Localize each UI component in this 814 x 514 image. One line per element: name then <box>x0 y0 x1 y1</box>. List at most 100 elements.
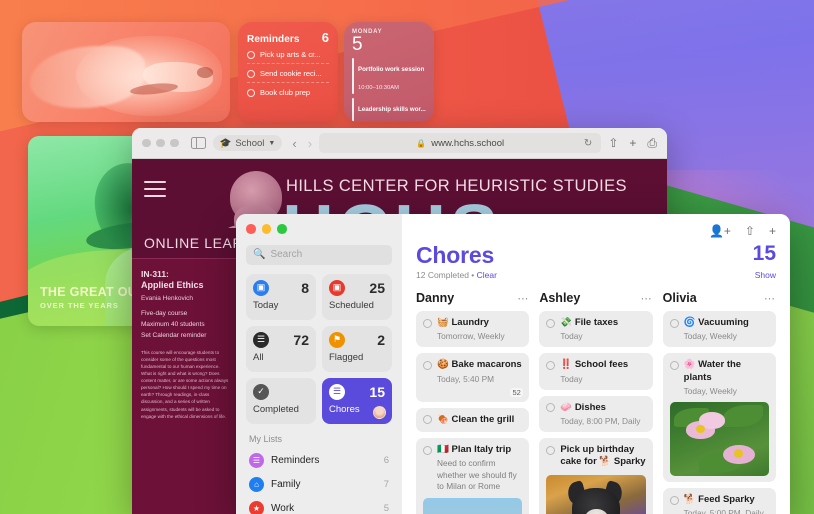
task-item[interactable]: 🍪 Bake macarons Today, 5:40 PM 52 <box>416 353 530 402</box>
window-traffic-lights[interactable] <box>246 224 392 234</box>
sidebar-toggle-icon[interactable] <box>190 137 206 149</box>
zoom-button[interactable] <box>170 138 179 148</box>
dog-photo-illustration <box>22 22 230 122</box>
task-checkbox[interactable] <box>669 360 679 370</box>
task-checkbox[interactable] <box>423 445 432 455</box>
smart-list-all[interactable]: ☰ 72 All <box>246 325 316 372</box>
smart-list-label: Today <box>253 299 279 311</box>
ellipsis-icon[interactable]: ⋯ <box>517 292 529 305</box>
sidebar-item-work[interactable]: ★ Work 5 <box>246 497 392 514</box>
task-item[interactable]: 🧼 Dishes Today, 8:00 PM, Daily <box>539 395 653 433</box>
list-toolbar[interactable]: 👤+ ⇧ + <box>416 224 776 238</box>
close-button[interactable] <box>142 138 151 148</box>
column-header: Ashley ⋯ <box>539 291 652 305</box>
task-checkbox[interactable] <box>669 318 679 328</box>
reminders-widget-item[interactable]: Send cookie reci... <box>247 64 329 83</box>
chevron-right-icon[interactable]: › <box>308 136 312 151</box>
task-item[interactable]: Pick up birthday cake for 🐕 Sparky <box>539 438 653 514</box>
add-person-icon[interactable]: 👤+ <box>709 224 731 238</box>
calendar-event-title: Leadership skills wor... <box>358 105 426 113</box>
star-icon: ★ <box>249 501 264 514</box>
sidebar-item-label: Reminders <box>271 455 320 466</box>
task-title: Plan Italy trip <box>451 444 512 456</box>
checkbox-circle-icon[interactable] <box>247 50 255 59</box>
task-due: Tomorrow, Weekly <box>437 331 505 342</box>
tab-overview-icon[interactable]: ⎙ <box>647 136 657 151</box>
ellipsis-icon[interactable]: ⋯ <box>764 292 776 305</box>
clear-button[interactable]: Clear <box>477 270 497 280</box>
course-card[interactable]: IN-311: Applied Ethics Evania Henkovich … <box>132 259 240 514</box>
smart-list-chores[interactable]: ☰ 15 Chores <box>322 377 392 424</box>
hamburger-menu-icon[interactable] <box>144 181 166 202</box>
column-title: Danny <box>416 291 455 305</box>
column-title: Ashley <box>539 291 581 305</box>
safari-navigation[interactable]: ‹ › <box>292 136 312 151</box>
close-button[interactable] <box>246 224 256 234</box>
task-attachment-photo[interactable] <box>669 402 769 477</box>
safari-profile-button[interactable]: 🎓 School ▼ <box>212 135 283 151</box>
sidebar-item-count: 7 <box>383 479 389 490</box>
chevron-left-icon[interactable]: ‹ <box>292 136 296 151</box>
plus-icon[interactable]: + <box>769 224 776 238</box>
task-attachment-photo[interactable] <box>546 474 646 514</box>
reload-icon[interactable]: ↻ <box>584 138 592 149</box>
photos-widget[interactable] <box>22 22 230 122</box>
search-input[interactable]: 🔍 Search <box>246 244 392 265</box>
calendar-event[interactable]: Leadership skills wor... 11AM–12PM <box>352 97 426 122</box>
task-item[interactable]: 💸 File taxes Today <box>539 311 653 348</box>
task-checkbox[interactable] <box>546 318 556 328</box>
share-icon[interactable]: ⇧ <box>745 224 755 238</box>
safari-address-bar[interactable]: 🔒 www.hchs.school ↻ <box>319 133 602 153</box>
task-item[interactable]: 🌸 Water the plants Today, Weekly <box>662 353 776 483</box>
task-emoji: 🧺 <box>437 317 449 328</box>
calendar-event[interactable]: Portfolio work session 10:00–10:30AM <box>352 57 426 94</box>
window-traffic-lights[interactable] <box>142 138 179 148</box>
task-checkbox[interactable] <box>423 318 432 328</box>
checkbox-circle-icon[interactable] <box>247 88 255 97</box>
avatar <box>373 405 386 419</box>
reminders-widget-item[interactable]: Pick up arts & cr... <box>247 45 329 64</box>
smart-list-today[interactable]: ▣ 8 Today <box>246 273 316 320</box>
event-color-bar <box>352 97 354 122</box>
smart-list-flagged[interactable]: ⚑ 2 Flagged <box>322 325 392 372</box>
reminders-widget-item[interactable]: Book club prep <box>247 83 329 101</box>
calendar-widget[interactable]: MONDAY 5 Portfolio work session 10:00–10… <box>344 22 434 122</box>
task-checkbox[interactable] <box>423 415 432 425</box>
plus-icon[interactable]: + <box>629 136 636 150</box>
task-attachment-photo[interactable] <box>423 497 523 514</box>
course-meta-line[interactable]: Set Calendar reminder <box>141 331 231 342</box>
sidebar-item-family[interactable]: ⌂ Family 7 <box>246 473 392 497</box>
minimize-button[interactable] <box>156 138 165 148</box>
smart-list-completed[interactable]: ✓ Completed <box>246 377 316 424</box>
share-icon[interactable]: ⇧ <box>608 136 618 150</box>
task-checkbox[interactable] <box>546 403 556 413</box>
chores-columns: Danny ⋯ 🧺 Laundry Tomorrow, Weekly 🍪 Bak… <box>416 291 776 514</box>
checkbox-circle-icon[interactable] <box>247 69 255 78</box>
task-item[interactable]: 🌀 Vacuuming Today, Weekly <box>662 311 776 348</box>
task-item[interactable]: ‼️ School fees Today <box>539 353 653 390</box>
column-title: Olivia <box>662 291 697 305</box>
task-checkbox[interactable] <box>423 360 432 370</box>
ellipsis-icon[interactable]: ⋯ <box>641 292 653 305</box>
task-item[interactable]: 🐕 Feed Sparky Today, 5:00 PM, Daily <box>662 488 776 514</box>
completed-count-label: 12 Completed <box>416 270 469 280</box>
task-item[interactable]: 🇮🇹 Plan Italy trip Need to confirm wheth… <box>416 438 530 514</box>
task-due: Today <box>560 331 583 342</box>
reminders-widget[interactable]: Reminders 6 Pick up arts & cr... Send co… <box>238 22 338 122</box>
task-item[interactable]: 🧺 Laundry Tomorrow, Weekly <box>416 311 530 348</box>
minimize-button[interactable] <box>261 224 271 234</box>
task-checkbox[interactable] <box>546 360 556 370</box>
smart-list-tiles: ▣ 8 Today ▣ 25 Scheduled ☰ 72 All ⚑ 2 Fl… <box>246 273 392 424</box>
task-emoji: 💸 <box>560 317 573 328</box>
sidebar-item-reminders[interactable]: ☰ Reminders 6 <box>246 449 392 473</box>
task-item[interactable]: 🍖 Clean the grill <box>416 407 530 433</box>
task-emoji: ‼️ <box>560 359 573 371</box>
task-checkbox[interactable] <box>669 495 679 505</box>
smart-list-scheduled[interactable]: ▣ 25 Scheduled <box>322 273 392 320</box>
safari-profile-label: School <box>235 137 265 149</box>
safari-toolbar-right[interactable]: ⇧ + ⎙ <box>608 136 657 151</box>
task-checkbox[interactable] <box>546 445 556 455</box>
reminders-window[interactable]: 🔍 Search ▣ 8 Today ▣ 25 Scheduled ☰ 72 A… <box>236 214 790 514</box>
zoom-button[interactable] <box>277 224 287 234</box>
show-completed-button[interactable]: Show <box>755 270 776 280</box>
